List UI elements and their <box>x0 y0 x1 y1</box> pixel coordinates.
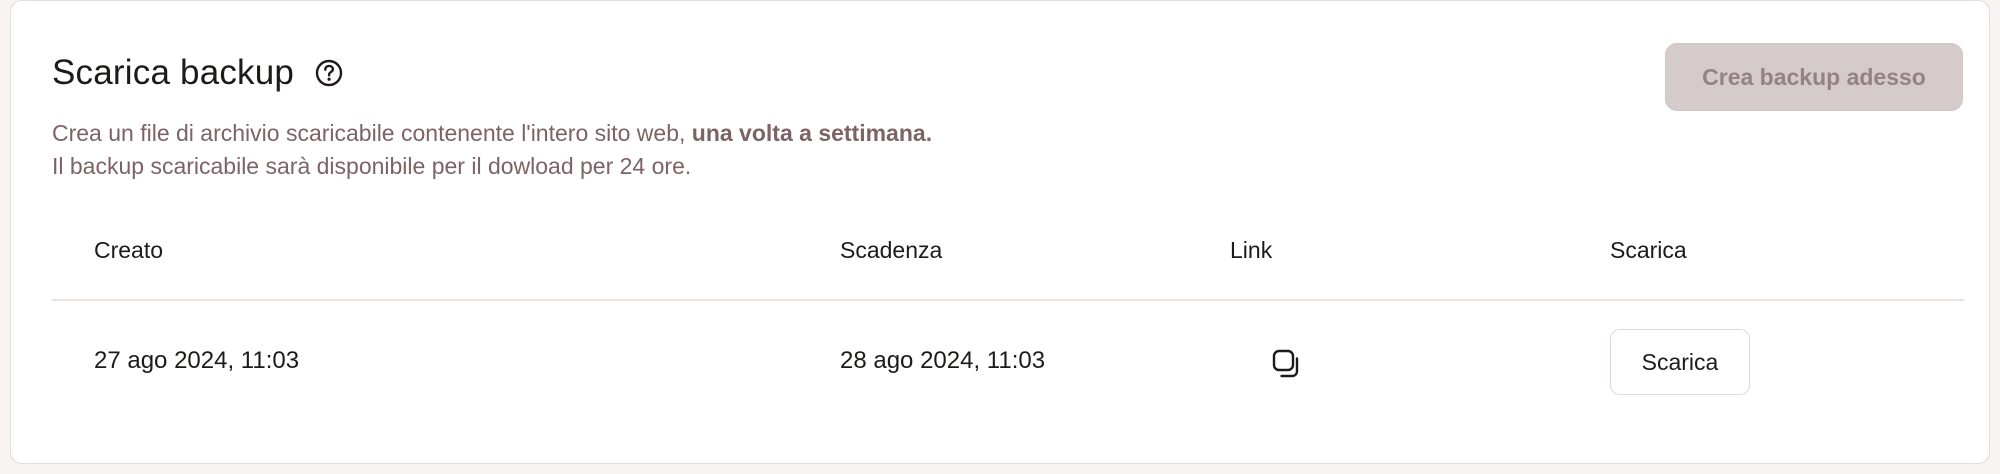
created-date: 27 ago 2024, 11:03 <box>94 347 300 374</box>
column-header-expiry: Scadenza <box>840 237 943 263</box>
description-line-2: Il backup scaricabile sarà disponibile p… <box>52 153 692 179</box>
create-backup-button[interactable]: Crea backup adesso <box>1665 43 1963 111</box>
panel-header: Scarica backup <box>52 53 344 93</box>
description-emphasis: una volta a settimana. <box>691 120 933 146</box>
question-circle-icon[interactable] <box>314 58 344 88</box>
panel-title: Scarica backup <box>52 53 295 92</box>
description-line-1: Crea un file di archivio scaricabile con… <box>52 117 932 150</box>
copy-icon[interactable] <box>1270 347 1304 381</box>
expiry-date: 28 ago 2024, 11:03 <box>840 347 1046 374</box>
backup-panel: Scarica backup Crea backup adesso Crea u… <box>10 0 1990 464</box>
panel-description: Crea un file di archivio scaricabile con… <box>52 117 932 183</box>
download-button[interactable]: Scarica <box>1610 329 1750 395</box>
column-header-created: Creato <box>94 237 164 263</box>
column-header-link: Link <box>1230 237 1273 263</box>
column-header-download: Scarica <box>1610 237 1687 263</box>
table-divider <box>52 299 1964 301</box>
description-text: Crea un file di archivio scaricabile con… <box>52 120 692 146</box>
